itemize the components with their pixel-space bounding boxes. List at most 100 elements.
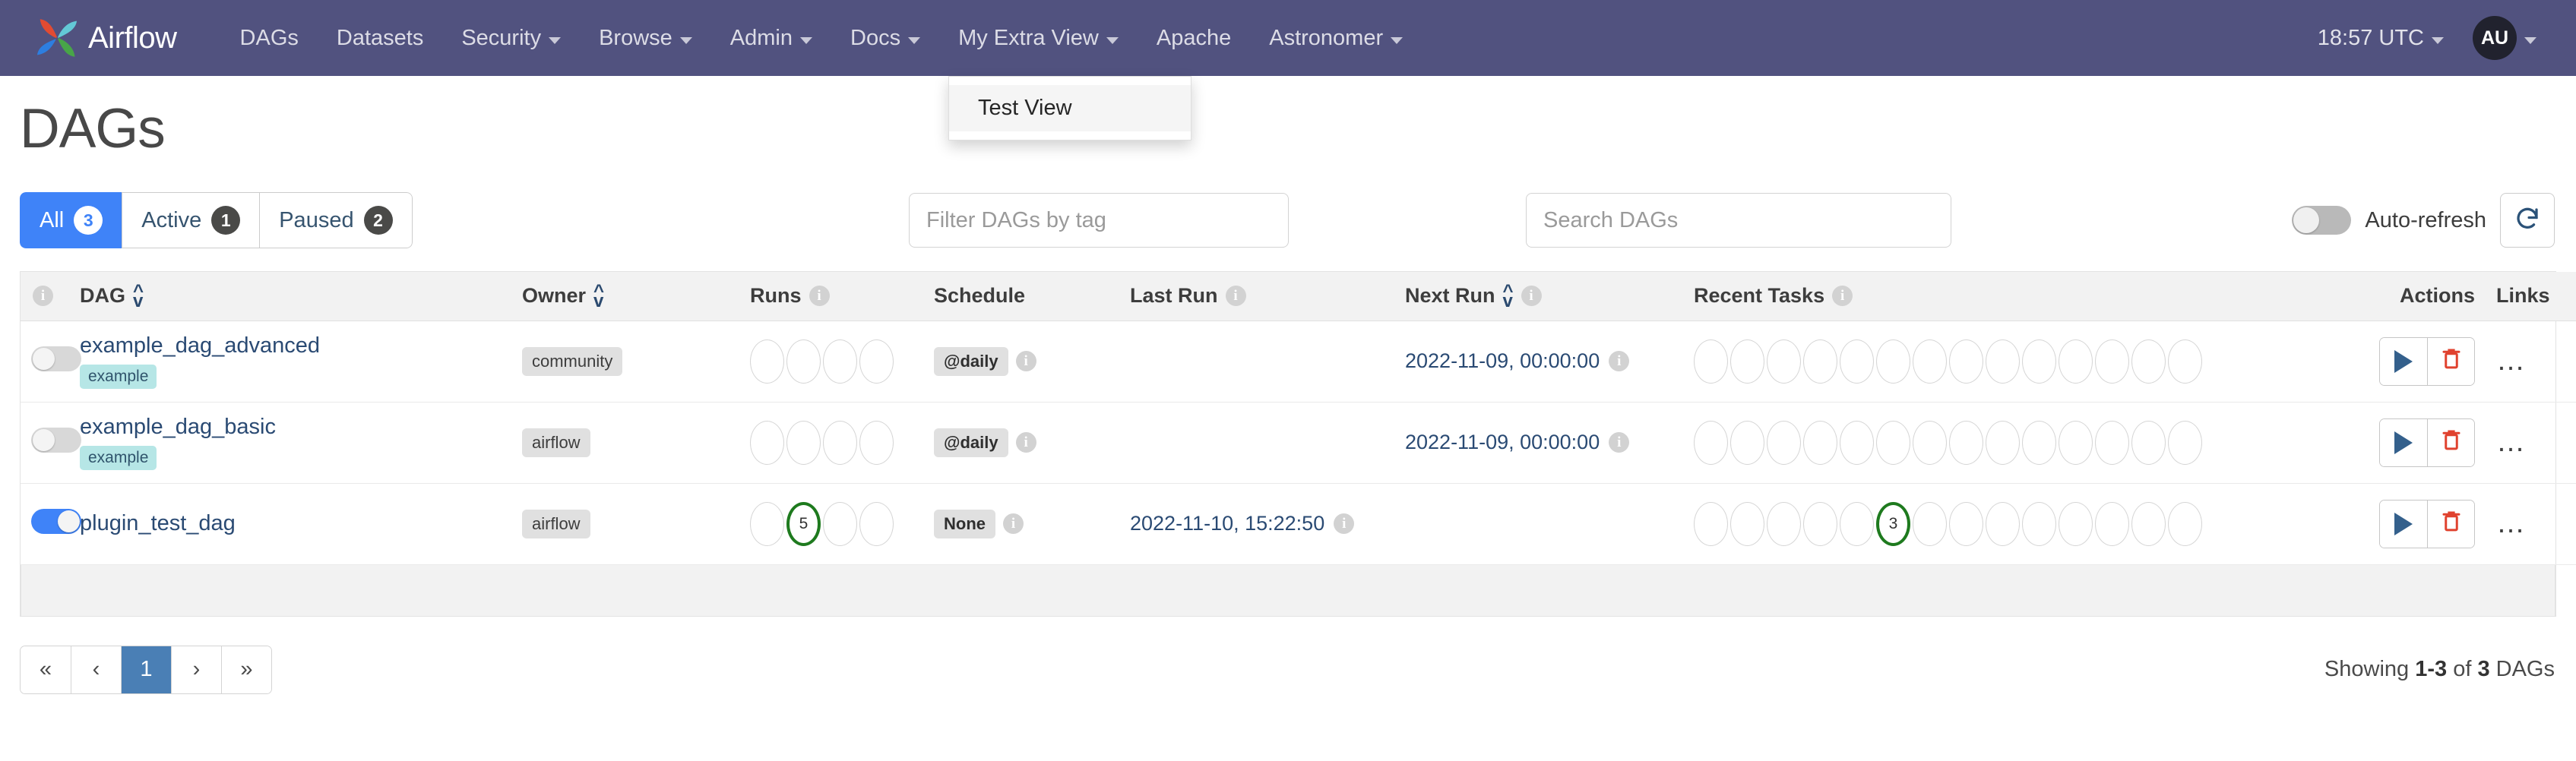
status-circle[interactable] bbox=[1949, 420, 1983, 465]
info-icon[interactable]: i bbox=[1609, 351, 1630, 371]
status-circle[interactable] bbox=[2022, 339, 2056, 384]
utc-clock[interactable]: 18:57 UTC bbox=[2318, 26, 2444, 51]
status-circle[interactable] bbox=[1876, 339, 1910, 384]
next-page[interactable]: › bbox=[171, 646, 221, 693]
status-circle[interactable] bbox=[1767, 420, 1801, 465]
status-circle[interactable] bbox=[859, 501, 894, 546]
nav-item-apache[interactable]: Apache bbox=[1138, 0, 1250, 76]
owner-badge[interactable]: airflow bbox=[522, 509, 590, 538]
status-circle[interactable] bbox=[2168, 420, 2202, 465]
links-more-button[interactable]: … bbox=[2496, 346, 2527, 375]
status-circle[interactable] bbox=[2095, 420, 2129, 465]
dag-name-link[interactable]: plugin_test_dag bbox=[80, 511, 522, 536]
status-circle[interactable] bbox=[859, 339, 894, 384]
info-icon[interactable]: i bbox=[1334, 513, 1355, 534]
info-icon[interactable]: i bbox=[1609, 432, 1630, 453]
info-icon[interactable]: i bbox=[1015, 432, 1036, 453]
nav-item-datasets[interactable]: Datasets bbox=[318, 0, 442, 76]
status-circle[interactable] bbox=[750, 501, 784, 546]
info-icon[interactable]: i bbox=[1521, 286, 1542, 307]
status-circle[interactable] bbox=[2095, 501, 2129, 546]
owner-badge[interactable]: community bbox=[522, 346, 623, 376]
tag-filter-input[interactable] bbox=[909, 193, 1289, 248]
status-circle[interactable] bbox=[2022, 501, 2056, 546]
status-circle[interactable] bbox=[2059, 501, 2093, 546]
auto-refresh-toggle[interactable] bbox=[2292, 206, 2352, 235]
status-circle[interactable] bbox=[1803, 339, 1837, 384]
status-circle[interactable] bbox=[2131, 501, 2166, 546]
dag-pause-toggle[interactable] bbox=[31, 427, 81, 453]
brand-home-link[interactable]: Airflow bbox=[33, 14, 177, 62]
status-circle[interactable] bbox=[2168, 501, 2202, 546]
status-circle[interactable] bbox=[750, 339, 784, 384]
status-circle[interactable] bbox=[1986, 339, 2020, 384]
status-circle[interactable] bbox=[1730, 501, 1764, 546]
header-owner[interactable]: Owner ^ v bbox=[522, 272, 750, 321]
prev-page[interactable]: ‹ bbox=[71, 646, 121, 693]
links-more-button[interactable]: … bbox=[2496, 509, 2527, 538]
status-circle[interactable] bbox=[2095, 339, 2129, 384]
status-circle[interactable] bbox=[786, 420, 821, 465]
info-icon[interactable]: i bbox=[1225, 286, 1246, 307]
info-icon[interactable]: i bbox=[809, 286, 830, 307]
info-icon[interactable]: i bbox=[1832, 286, 1853, 307]
last-run-time[interactable]: 2022-11-10, 15:22:50 bbox=[1130, 512, 1324, 535]
status-circle[interactable] bbox=[823, 501, 857, 546]
status-circle[interactable] bbox=[1913, 420, 1947, 465]
dag-name-link[interactable]: example_dag_advanced bbox=[80, 333, 522, 358]
nav-item-security[interactable]: Security bbox=[442, 0, 580, 76]
status-circle[interactable] bbox=[1913, 501, 1947, 546]
status-circle[interactable] bbox=[2168, 339, 2202, 384]
status-circle[interactable] bbox=[2131, 339, 2166, 384]
dag-tag[interactable]: example bbox=[80, 365, 157, 389]
status-circle[interactable] bbox=[1730, 339, 1764, 384]
info-icon[interactable]: i bbox=[1015, 351, 1036, 371]
status-circle[interactable] bbox=[859, 420, 894, 465]
search-input[interactable] bbox=[1526, 193, 1951, 248]
dag-pause-toggle[interactable] bbox=[31, 508, 81, 534]
delete-dag-button[interactable] bbox=[2427, 418, 2474, 466]
status-circle[interactable] bbox=[1986, 420, 2020, 465]
refresh-button[interactable] bbox=[2500, 193, 2555, 248]
owner-badge[interactable]: airflow bbox=[522, 428, 590, 457]
status-circle[interactable] bbox=[786, 339, 821, 384]
links-more-button[interactable]: … bbox=[2496, 428, 2527, 456]
last-page[interactable]: » bbox=[221, 646, 271, 693]
status-circle[interactable] bbox=[2059, 339, 2093, 384]
dag-tag[interactable]: example bbox=[80, 446, 157, 470]
status-circle[interactable] bbox=[1840, 420, 1874, 465]
status-circle[interactable] bbox=[1694, 501, 1728, 546]
status-circle[interactable] bbox=[823, 339, 857, 384]
status-circle[interactable] bbox=[1876, 420, 1910, 465]
status-circle[interactable]: 3 bbox=[1876, 501, 1910, 546]
status-circle[interactable] bbox=[1803, 420, 1837, 465]
filter-active-button[interactable]: Active 1 bbox=[122, 192, 260, 248]
dag-name-link[interactable]: example_dag_basic bbox=[80, 415, 522, 440]
nav-item-browse[interactable]: Browse bbox=[580, 0, 711, 76]
status-circle[interactable] bbox=[1949, 339, 1983, 384]
info-icon[interactable]: i bbox=[1003, 513, 1024, 534]
trigger-dag-button[interactable] bbox=[2380, 418, 2427, 466]
status-circle[interactable] bbox=[1913, 339, 1947, 384]
trigger-dag-button[interactable] bbox=[2380, 337, 2427, 385]
status-circle[interactable] bbox=[1949, 501, 1983, 546]
dropdown-item-test-view[interactable]: Test View bbox=[949, 85, 1191, 131]
status-circle[interactable] bbox=[2022, 420, 2056, 465]
status-circle[interactable] bbox=[1730, 420, 1764, 465]
info-icon[interactable]: i bbox=[33, 286, 53, 307]
first-page[interactable]: « bbox=[21, 646, 71, 693]
page-1[interactable]: 1 bbox=[121, 646, 171, 693]
status-circle[interactable] bbox=[1767, 501, 1801, 546]
header-next-run[interactable]: Next Run ^ v i bbox=[1405, 272, 1694, 321]
dag-pause-toggle[interactable] bbox=[31, 346, 81, 371]
filter-all-button[interactable]: All 3 bbox=[20, 192, 122, 248]
status-circle[interactable]: 5 bbox=[786, 501, 821, 546]
nav-item-docs[interactable]: Docs bbox=[831, 0, 939, 76]
nav-item-my-extra-view[interactable]: My Extra View bbox=[939, 0, 1138, 76]
nav-item-astronomer[interactable]: Astronomer bbox=[1250, 0, 1422, 76]
trigger-dag-button[interactable] bbox=[2380, 500, 2427, 548]
status-circle[interactable] bbox=[1767, 339, 1801, 384]
filter-paused-button[interactable]: Paused 2 bbox=[259, 192, 413, 248]
status-circle[interactable] bbox=[2131, 420, 2166, 465]
status-circle[interactable] bbox=[1840, 501, 1874, 546]
